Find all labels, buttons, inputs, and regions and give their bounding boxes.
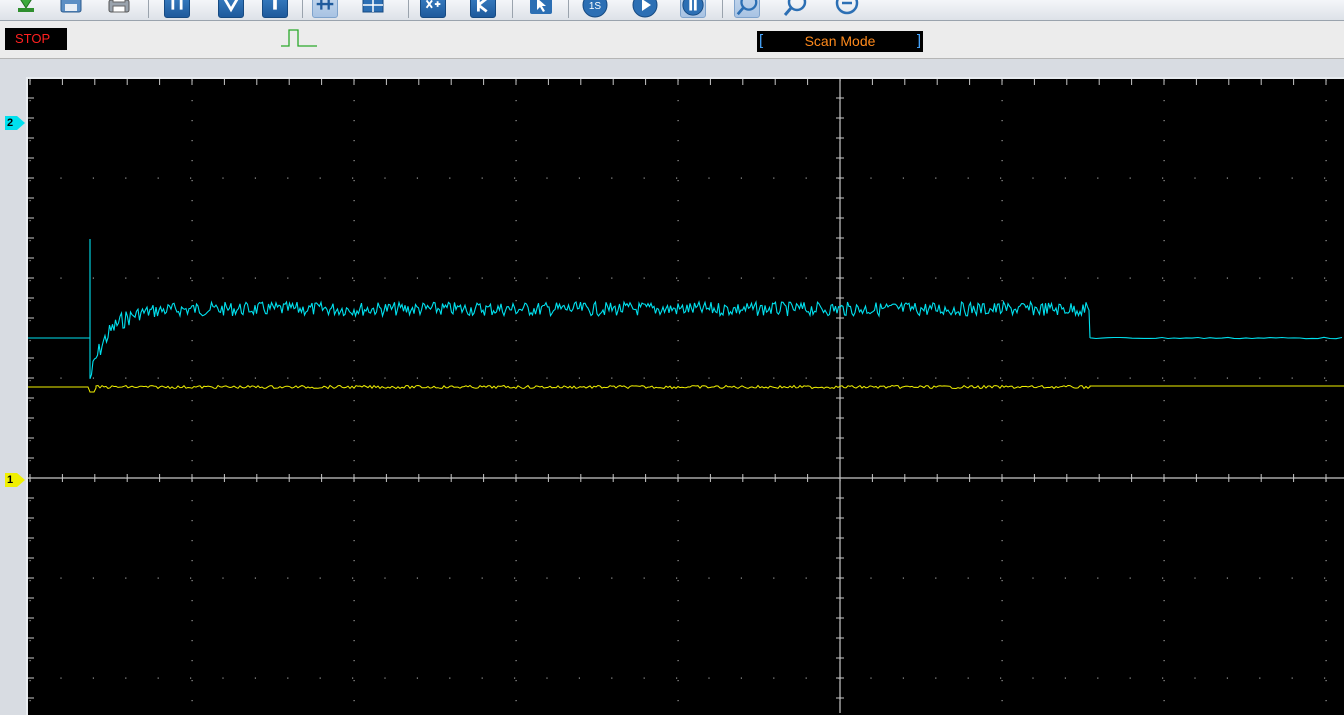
zoom-out-icon[interactable] [782, 0, 808, 18]
download-icon[interactable] [13, 0, 39, 18]
svg-text:1S: 1S [589, 1, 602, 12]
graticule [28, 79, 1344, 713]
print-icon[interactable] [106, 0, 132, 18]
acquisition-mode-indicator: [ Scan Mode ] [757, 31, 923, 52]
channel-2-trace [28, 239, 1343, 379]
pause-icon[interactable] [680, 0, 706, 18]
measure-icon[interactable] [470, 0, 496, 18]
vertical-cursor-icon[interactable] [218, 0, 244, 18]
run-state-indicator[interactable]: STOP [5, 28, 67, 50]
channel-1-marker[interactable]: 1 [5, 473, 25, 487]
xy-mode-icon[interactable] [420, 0, 446, 18]
zoom-in-icon[interactable] [734, 0, 760, 18]
horizontal-cursor-icon[interactable] [164, 0, 190, 18]
channel-1-marker-label: 1 [7, 474, 14, 486]
scope-display[interactable] [28, 79, 1344, 713]
channel-1-trace [28, 384, 1344, 393]
bracket-right: ] [916, 32, 921, 49]
zoom-reset-icon[interactable] [834, 0, 860, 18]
dual-view-icon[interactable] [360, 0, 386, 18]
acquisition-mode-label: Scan Mode [804, 33, 876, 49]
single-run-icon[interactable]: 1S [582, 0, 608, 18]
toolbar: 1S [0, 0, 1344, 21]
split-view-icon[interactable] [312, 0, 338, 18]
channel-2-marker[interactable]: 2 [5, 116, 25, 130]
trigger-pulse-icon [281, 29, 317, 47]
save-icon[interactable] [58, 0, 84, 18]
channel-2-marker-label: 2 [7, 117, 14, 129]
status-bar: STOP [ Scan Mode ] [0, 21, 1344, 59]
play-icon[interactable] [632, 0, 658, 18]
trigger-cursor-icon[interactable] [262, 0, 288, 18]
run-state-label: STOP [15, 31, 51, 46]
pointer-icon[interactable] [528, 0, 554, 18]
